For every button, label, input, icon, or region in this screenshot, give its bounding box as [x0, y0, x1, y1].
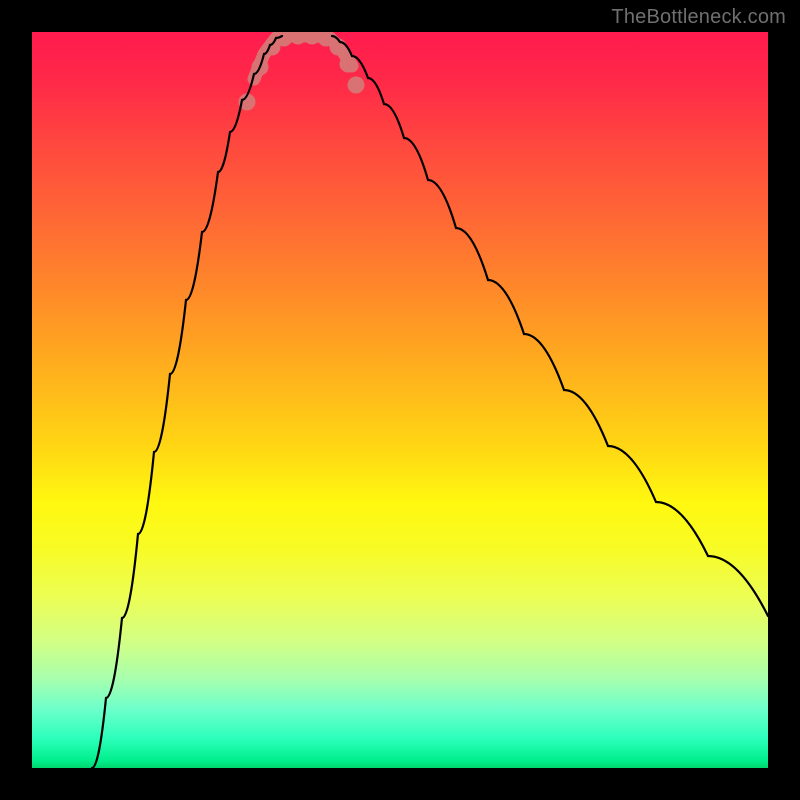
highlight-dot	[340, 56, 357, 73]
watermark-text: TheBottleneck.com	[611, 6, 786, 29]
chart-svg	[32, 32, 768, 768]
right-curve	[332, 36, 768, 616]
left-curve	[92, 36, 282, 768]
plot-area	[32, 32, 768, 768]
highlight-dot	[348, 77, 365, 94]
